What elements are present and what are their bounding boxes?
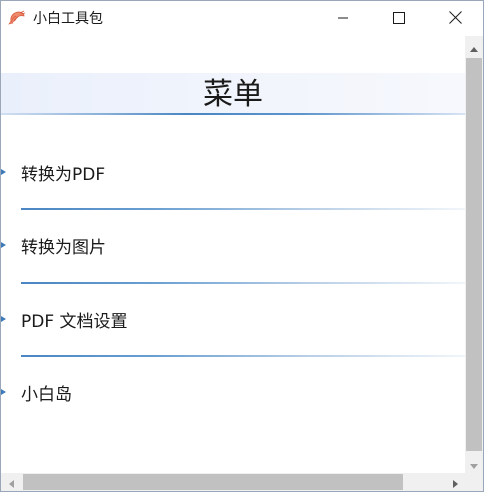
menu-item-label: 转换为PDF (21, 165, 106, 185)
menu-item-label: 小白岛 (21, 385, 72, 405)
shrimp-icon (7, 8, 27, 28)
scroll-left-icon (8, 473, 14, 492)
scroll-up-icon (470, 37, 478, 56)
menu-item-label: 转换为图片 (21, 238, 106, 258)
menu-divider (21, 282, 465, 284)
menu-item-convert-image[interactable]: 转换为图片 (1, 228, 465, 268)
close-button[interactable] (427, 1, 483, 35)
bullet-arrow-icon (1, 389, 6, 395)
scroll-right-button[interactable] (445, 473, 465, 491)
horizontal-scrollbar[interactable] (1, 473, 465, 491)
menu-header: 菜单 (1, 73, 465, 115)
minimize-icon (337, 9, 349, 28)
vertical-scroll-thumb[interactable] (466, 58, 482, 451)
bullet-arrow-icon (1, 316, 6, 322)
title-bar[interactable]: 小白工具包 (1, 1, 483, 35)
scroll-down-button[interactable] (465, 453, 483, 473)
menu-divider (21, 208, 465, 210)
menu-title: 菜单 (203, 77, 263, 112)
menu-item-xiaobai-island[interactable]: 小白岛 (1, 375, 465, 415)
horizontal-scroll-thumb[interactable] (23, 474, 403, 490)
maximize-button[interactable] (371, 1, 427, 35)
app-window: 小白工具包 菜单 转换为PDF 转换为图片 PDF 文档设置 小白岛 (0, 0, 484, 492)
menu-item-pdf-settings[interactable]: PDF 文档设置 (1, 302, 465, 342)
scroll-up-button[interactable] (465, 36, 483, 56)
vertical-scrollbar[interactable] (465, 36, 483, 473)
menu-panel: 菜单 转换为PDF 转换为图片 PDF 文档设置 小白岛 (1, 36, 465, 473)
close-icon (448, 9, 462, 28)
menu-item-convert-pdf[interactable]: 转换为PDF (1, 155, 465, 195)
scroll-right-icon (452, 473, 458, 492)
bullet-arrow-icon (1, 242, 6, 248)
maximize-icon (393, 9, 405, 28)
window-title: 小白工具包 (33, 11, 103, 27)
minimize-button[interactable] (315, 1, 371, 35)
scrollbar-corner (465, 473, 483, 491)
scroll-down-icon (470, 454, 478, 473)
menu-divider (21, 355, 465, 357)
bullet-arrow-icon (1, 169, 6, 175)
menu-item-label: PDF 文档设置 (21, 312, 128, 332)
scroll-left-button[interactable] (1, 473, 21, 491)
